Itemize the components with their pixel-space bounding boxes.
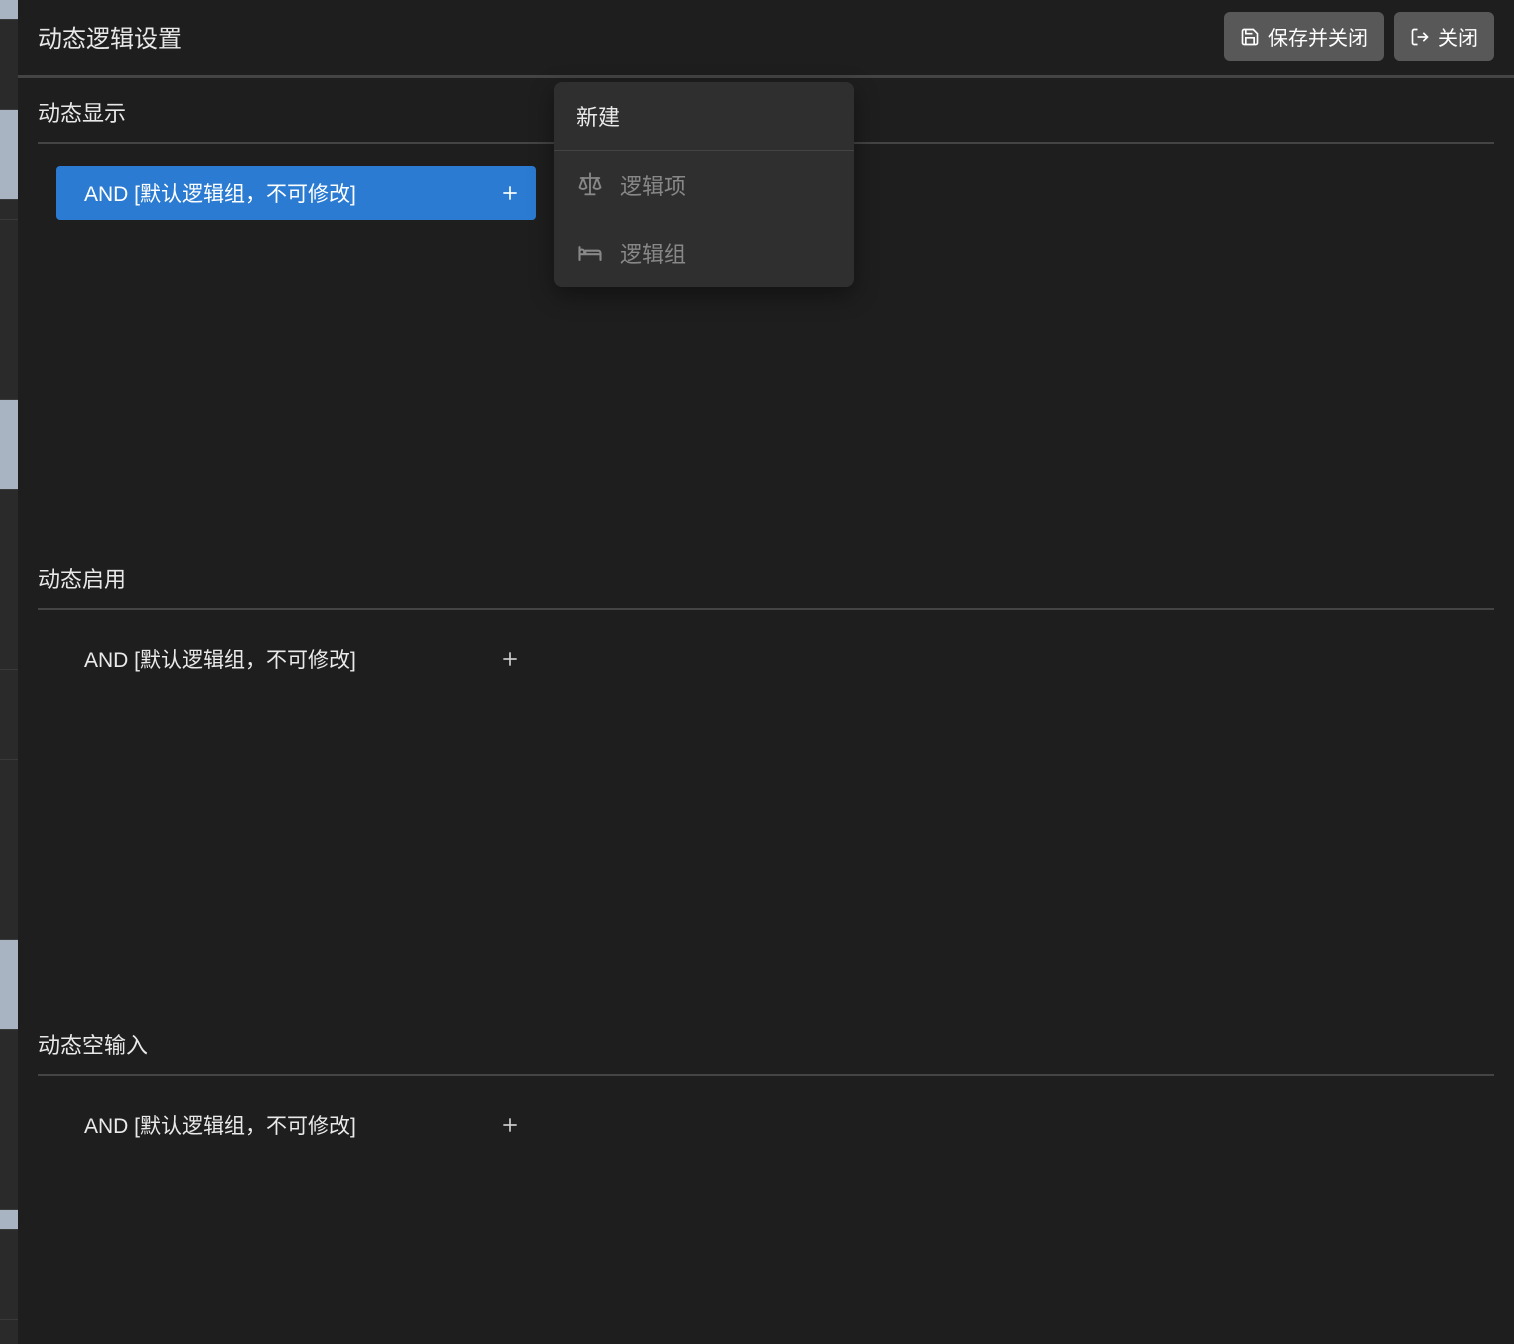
dialog-header: 动态逻辑设置 保存并关闭 xyxy=(18,0,1514,78)
logic-group-label: AND [默认逻辑组，不可修改] xyxy=(84,1110,496,1140)
section-content: AND [默认逻辑组，不可修改] xyxy=(38,1076,1494,1344)
section-dynamic-enable: 动态启用 AND [默认逻辑组，不可修改] xyxy=(38,562,1494,1000)
close-label: 关闭 xyxy=(1438,22,1478,51)
close-button[interactable]: 关闭 xyxy=(1394,12,1494,61)
dialog-actions: 保存并关闭 关闭 xyxy=(1224,12,1494,61)
signout-icon xyxy=(1410,27,1430,47)
popover-item-logic-item[interactable]: 逻辑项 xyxy=(554,151,854,219)
scale-icon xyxy=(576,171,604,199)
popover-title: 新建 xyxy=(554,82,854,151)
popover-item-label: 逻辑项 xyxy=(620,169,686,201)
section-title: 动态启用 xyxy=(38,562,1494,610)
save-icon xyxy=(1240,27,1260,47)
save-and-close-button[interactable]: 保存并关闭 xyxy=(1224,12,1384,61)
section-dynamic-empty-input: 动态空输入 AND [默认逻辑组，不可修改] xyxy=(38,1028,1494,1344)
logic-group-label: AND [默认逻辑组，不可修改] xyxy=(84,644,496,674)
popover-item-logic-group[interactable]: 逻辑组 xyxy=(554,219,854,287)
logic-group-row[interactable]: AND [默认逻辑组，不可修改] xyxy=(56,632,536,686)
background-left-edge xyxy=(0,0,18,1344)
add-icon[interactable] xyxy=(496,1111,524,1139)
popover-item-label: 逻辑组 xyxy=(620,237,686,269)
section-title: 动态空输入 xyxy=(38,1028,1494,1076)
section-content: AND [默认逻辑组，不可修改] xyxy=(38,610,1494,1000)
bed-icon xyxy=(576,239,604,267)
logic-group-row[interactable]: AND [默认逻辑组，不可修改] xyxy=(56,1098,536,1152)
save-and-close-label: 保存并关闭 xyxy=(1268,22,1368,51)
logic-group-row[interactable]: AND [默认逻辑组，不可修改] xyxy=(56,166,536,220)
new-popover: 新建 逻辑项 逻辑组 xyxy=(554,82,854,287)
add-icon[interactable] xyxy=(496,179,524,207)
dialog-title: 动态逻辑设置 xyxy=(38,19,182,54)
logic-group-label: AND [默认逻辑组，不可修改] xyxy=(84,178,496,208)
add-icon[interactable] xyxy=(496,645,524,673)
